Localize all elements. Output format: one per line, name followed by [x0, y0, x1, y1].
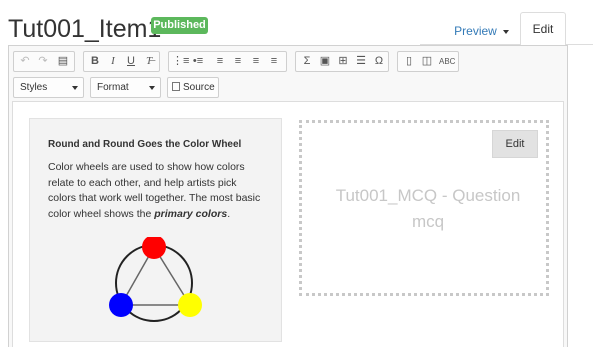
justify-icon[interactable]: ≡: [266, 53, 282, 70]
align-left-icon[interactable]: ≡: [212, 53, 228, 70]
blue-dot: [109, 293, 133, 317]
toolbar-group-paragraph: ⋮≡ •≡ ≡ ≡ ≡ ≡: [168, 51, 287, 72]
chevron-down-icon: [502, 29, 509, 34]
underline-icon[interactable]: U: [123, 53, 139, 70]
card-body-emphasis: primary colors: [154, 207, 228, 220]
remove-format-icon[interactable]: T̶: [141, 53, 157, 70]
card-body-text: Color wheels are used to show how colors…: [48, 160, 264, 222]
tab-edit[interactable]: Edit: [520, 12, 566, 45]
question-widget: Edit Tut001_MCQ - Question mcq: [299, 120, 549, 296]
red-dot: [142, 237, 166, 259]
styles-dropdown[interactable]: Styles: [13, 77, 84, 98]
card-heading: Round and Round Goes the Color Wheel: [48, 139, 242, 150]
horizontal-rule-icon[interactable]: ☰: [353, 53, 369, 70]
align-center-icon[interactable]: ≡: [230, 53, 246, 70]
undo-icon[interactable]: ↶: [17, 53, 33, 70]
redo-icon[interactable]: ↷: [35, 53, 51, 70]
document-icon[interactable]: ▯: [401, 53, 417, 70]
question-edit-button[interactable]: Edit: [492, 130, 538, 158]
yellow-dot: [178, 293, 202, 317]
image-icon[interactable]: ▣: [317, 53, 333, 70]
info-card: Round and Round Goes the Color Wheel Col…: [29, 118, 282, 342]
math-sigma-icon[interactable]: Σ: [299, 53, 315, 70]
tab-preview[interactable]: Preview: [447, 16, 516, 46]
chevron-down-icon: [149, 86, 155, 90]
toolbar-group-clipboard: ↶ ↷ ▤: [13, 51, 75, 72]
special-char-omega-icon[interactable]: Ω: [371, 53, 387, 70]
color-wheel-diagram: [109, 237, 202, 322]
question-placeholder: Tut001_MCQ - Question mcq: [335, 186, 521, 231]
toolbar-group-basicstyles: B I U T̶: [83, 51, 160, 72]
templates-icon[interactable]: ◫: [419, 53, 435, 70]
source-button-label: Source: [183, 82, 215, 93]
styles-dropdown-label: Styles: [20, 82, 48, 93]
table-icon[interactable]: ⊞: [335, 53, 351, 70]
card-body-end: .: [227, 207, 231, 220]
toolbar-group-insert: Σ ▣ ⊞ ☰ Ω: [295, 51, 389, 72]
paste-icon[interactable]: ▤: [55, 53, 71, 70]
format-dropdown[interactable]: Format: [90, 77, 161, 98]
toolbar-group-tools: ▯ ◫ ABC: [397, 51, 459, 72]
tab-preview-label: Preview: [454, 24, 497, 38]
source-button[interactable]: Source: [167, 77, 219, 98]
chevron-down-icon: [72, 86, 78, 90]
item-title: Tut001_Item1: [8, 15, 162, 43]
format-dropdown-label: Format: [97, 82, 129, 93]
status-badge: Published: [151, 17, 208, 34]
source-icon: [172, 82, 180, 91]
editor-content-area[interactable]: Round and Round Goes the Color Wheel Col…: [12, 101, 564, 347]
bulleted-list-icon[interactable]: •≡: [190, 53, 206, 70]
italic-icon[interactable]: I: [105, 53, 121, 70]
rich-text-editor: ↶ ↷ ▤ B I U T̶ ⋮≡ •≡ ≡ ≡ ≡ ≡ Σ ▣ ⊞ ☰ Ω ▯…: [8, 45, 568, 347]
bold-icon[interactable]: B: [87, 53, 103, 70]
spellcheck-icon[interactable]: ABC: [439, 53, 455, 70]
numbered-list-icon[interactable]: ⋮≡: [172, 53, 189, 70]
align-right-icon[interactable]: ≡: [248, 53, 264, 70]
